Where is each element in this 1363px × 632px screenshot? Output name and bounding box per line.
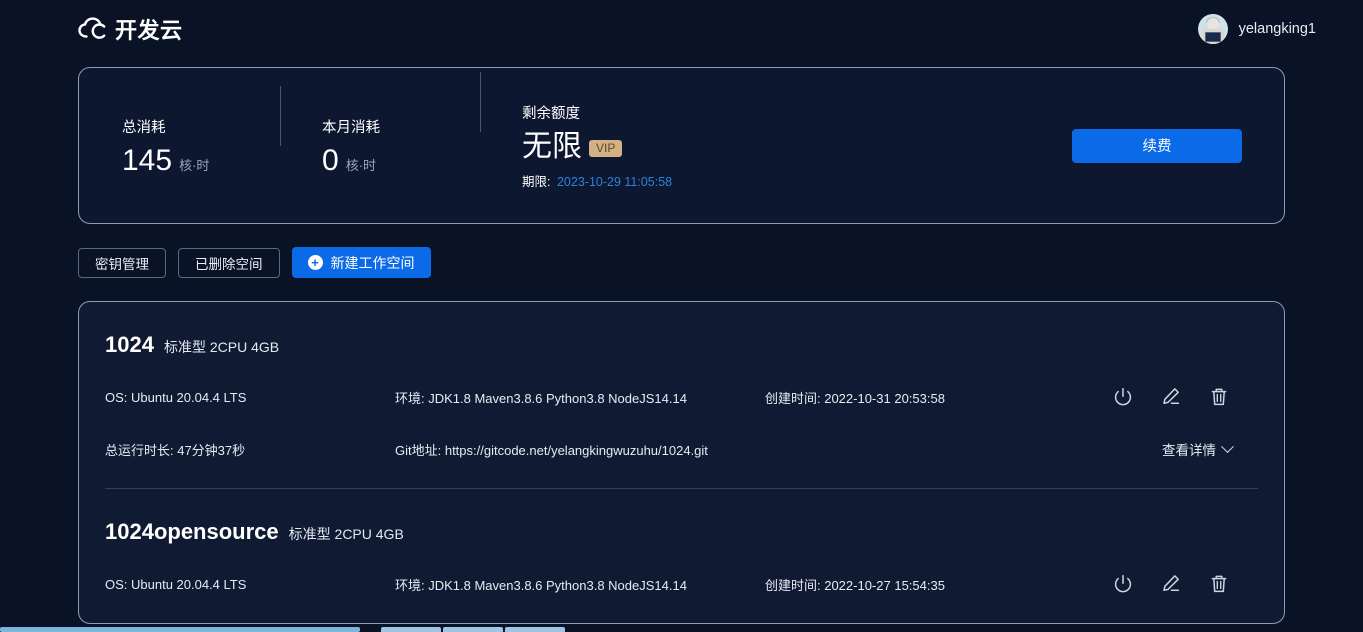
stat-unit: 核·时 <box>345 157 377 173</box>
taskbar-item[interactable] <box>381 627 441 632</box>
app-viewport: 开发云 yelangking1 总消耗 145 核·时 本月消耗 0 核·时 剩… <box>0 0 1363 632</box>
horizontal-scrollbar[interactable] <box>0 627 360 632</box>
bottom-chrome-strip <box>0 625 1363 632</box>
new-workspace-button[interactable]: + 新建工作空间 <box>291 247 431 278</box>
stat-label: 总消耗 <box>122 119 166 136</box>
expiry-label: 期限: <box>522 174 551 189</box>
stat-value: 145 <box>122 143 173 177</box>
page-content: 总消耗 145 核·时 本月消耗 0 核·时 剩余额度 无限 VIP 期限: 2… <box>0 67 1363 624</box>
deleted-spaces-button[interactable]: 已删除空间 <box>178 247 280 278</box>
workspace-created: 创建时间: 2022-10-27 15:54:35 <box>765 577 945 593</box>
stat-remaining-quota: 剩余额度 无限 VIP 期限: 2023-10-29 11:05:58 <box>480 71 692 190</box>
workspace-header: 1024 标准型 2CPU 4GB <box>105 332 1258 358</box>
workspace-os: OS: Ubuntu 20.04.4 LTS <box>105 576 247 592</box>
workspace-spec: 标准型 2CPU 4GB <box>163 339 280 355</box>
trash-icon[interactable] <box>1208 386 1230 408</box>
vip-badge: VIP <box>589 139 623 157</box>
quota-label: 剩余额度 <box>522 105 580 122</box>
view-detail-link[interactable]: 查看详情 <box>1162 439 1258 459</box>
taskbar-item[interactable] <box>443 627 503 632</box>
stat-month-consumption: 本月消耗 0 核·时 <box>280 85 480 177</box>
workspace-git: Git地址: https://gitcode.net/yelangkingwuz… <box>395 442 708 458</box>
power-icon[interactable] <box>1112 573 1134 595</box>
workspace-item: 1024opensource 标准型 2CPU 4GB OS: Ubuntu 2… <box>105 488 1258 623</box>
stat-label: 本月消耗 <box>322 119 380 136</box>
brand-title: 开发云 <box>115 17 183 43</box>
workspace-name[interactable]: 1024opensource <box>105 519 279 545</box>
taskbar-item[interactable] <box>505 627 565 632</box>
stat-total-consumption: 总消耗 145 核·时 <box>80 116 280 176</box>
quota-value: 无限 <box>522 129 582 163</box>
workspace-env: 环境: JDK1.8 Maven3.8.6 Python3.8 NodeJS14… <box>395 390 687 406</box>
view-detail-label: 查看详情 <box>1162 443 1216 458</box>
workspace-actions <box>1112 386 1258 408</box>
username-label: yelangking1 <box>1238 20 1316 37</box>
workspace-info-row-2: 总运行时长: 47分钟37秒 Git地址: https://gitcode.ne… <box>105 438 1258 460</box>
workspace-created: 创建时间: 2022-10-31 20:53:58 <box>765 390 945 406</box>
top-navigation-bar: 开发云 yelangking1 <box>0 0 1363 57</box>
workspace-info-row-1: OS: Ubuntu 20.04.4 LTS 环境: JDK1.8 Maven3… <box>105 573 1258 595</box>
avatar <box>1197 13 1228 44</box>
stat-value: 0 <box>322 143 339 177</box>
workspace-detail-cell: 查看详情 <box>765 439 1258 459</box>
renew-button[interactable]: 续费 <box>1072 128 1242 163</box>
workspace-env: 环境: JDK1.8 Maven3.8.6 Python3.8 NodeJS14… <box>395 577 687 593</box>
quota-expiry: 期限: 2023-10-29 11:05:58 <box>522 171 672 190</box>
cloud-icon <box>78 16 106 39</box>
brand-logo[interactable]: 开发云 <box>78 13 183 45</box>
workspace-header: 1024opensource 标准型 2CPU 4GB <box>105 519 1258 545</box>
chevron-down-icon <box>1221 439 1234 453</box>
edit-pencil-icon[interactable] <box>1160 386 1182 408</box>
account-summary-card: 总消耗 145 核·时 本月消耗 0 核·时 剩余额度 无限 VIP 期限: 2… <box>78 67 1285 224</box>
workspace-actions <box>1112 573 1258 595</box>
key-management-button[interactable]: 密钥管理 <box>78 247 166 278</box>
workspace-name[interactable]: 1024 <box>105 332 154 358</box>
workspace-list-card: 1024 标准型 2CPU 4GB OS: Ubuntu 20.04.4 LTS… <box>78 301 1285 624</box>
user-menu[interactable]: yelangking1 <box>1197 13 1338 44</box>
workspace-runtime: 总运行时长: 47分钟37秒 <box>105 442 246 458</box>
expiry-date: 2023-10-29 11:05:58 <box>556 174 673 189</box>
workspace-spec: 标准型 2CPU 4GB <box>288 526 404 542</box>
edit-pencil-icon[interactable] <box>1160 573 1182 595</box>
workspace-toolbar: 密钥管理 已删除空间 + 新建工作空间 <box>78 247 1285 278</box>
workspace-item: 1024 标准型 2CPU 4GB OS: Ubuntu 20.04.4 LTS… <box>105 302 1258 488</box>
new-workspace-label: 新建工作空间 <box>330 254 415 271</box>
trash-icon[interactable] <box>1208 573 1230 595</box>
stat-unit: 核·时 <box>179 157 210 173</box>
plus-circle-icon: + <box>307 255 323 270</box>
workspace-info-row-1: OS: Ubuntu 20.04.4 LTS 环境: JDK1.8 Maven3… <box>105 386 1258 408</box>
workspace-os: OS: Ubuntu 20.04.4 LTS <box>105 389 247 405</box>
power-icon[interactable] <box>1112 386 1134 408</box>
